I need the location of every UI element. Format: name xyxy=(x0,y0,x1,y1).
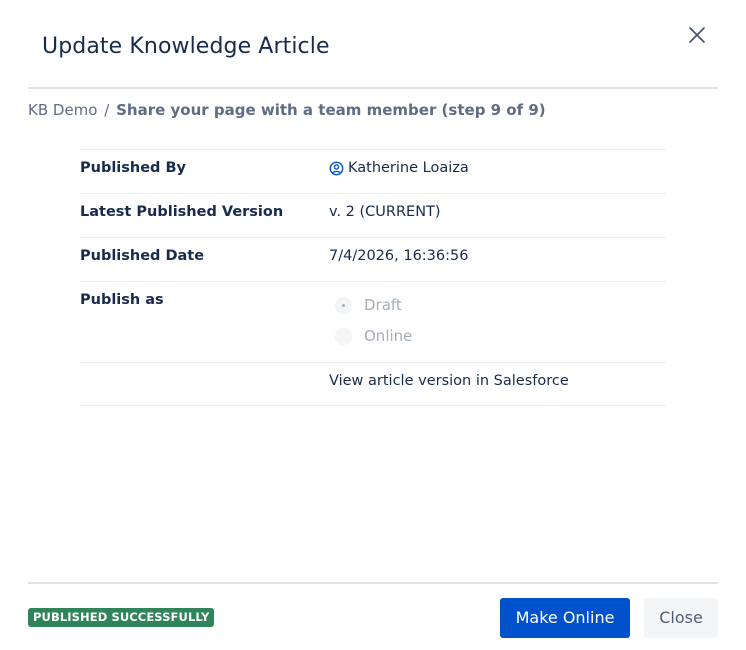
view-in-salesforce-link[interactable]: View article version in Salesforce xyxy=(329,373,569,389)
modal-footer: PUBLISHED SUCCESSFULLY Make Online Close xyxy=(28,582,718,650)
published-by-row: Published By Katherine Loaiza xyxy=(80,150,666,194)
modal-header: Update Knowledge Article xyxy=(28,0,718,89)
salesforce-link-row: View article version in Salesforce xyxy=(80,363,666,406)
publish-as-draft-option[interactable]: Draft xyxy=(335,294,412,316)
draft-radio-label: Draft xyxy=(364,296,402,314)
published-by-user-link[interactable]: Katherine Loaiza xyxy=(329,160,469,176)
close-icon[interactable] xyxy=(688,26,706,44)
published-by-name: Katherine Loaiza xyxy=(348,160,469,176)
status-badge: PUBLISHED SUCCESSFULLY xyxy=(28,608,215,627)
make-online-button[interactable]: Make Online xyxy=(500,598,630,638)
latest-version-value: v. 2 (CURRENT) xyxy=(329,204,441,220)
publish-as-label: Publish as xyxy=(80,292,164,308)
breadcrumb-separator: / xyxy=(104,101,110,119)
draft-radio[interactable] xyxy=(335,296,352,314)
user-circle-icon xyxy=(329,161,344,176)
publish-as-row: Publish as Draft Online xyxy=(80,282,666,363)
published-by-label: Published By xyxy=(80,160,186,176)
online-radio-label: Online xyxy=(364,327,413,345)
latest-version-row: Latest Published Version v. 2 (CURRENT) xyxy=(80,194,666,238)
publish-as-radio-group: Draft Online xyxy=(335,294,412,356)
breadcrumb-root[interactable]: KB Demo xyxy=(28,101,97,119)
online-radio[interactable] xyxy=(335,327,352,345)
breadcrumb: KB Demo / Share your page with a team me… xyxy=(28,101,546,119)
latest-version-label: Latest Published Version xyxy=(80,204,284,220)
published-date-label: Published Date xyxy=(80,248,205,264)
update-article-modal: Update Knowledge Article KB Demo / Share… xyxy=(0,0,746,648)
modal-title: Update Knowledge Article xyxy=(42,34,330,59)
published-date-row: Published Date 7/4/2026, 16:36:56 xyxy=(80,238,666,282)
published-date-value: 7/4/2026, 16:36:56 xyxy=(329,248,469,264)
breadcrumb-current: Share your page with a team member (step… xyxy=(116,101,546,119)
close-button[interactable]: Close xyxy=(644,598,718,638)
publish-as-online-option[interactable]: Online xyxy=(335,325,412,347)
article-details-table: Published By Katherine Loaiza Latest Pub… xyxy=(80,149,666,406)
